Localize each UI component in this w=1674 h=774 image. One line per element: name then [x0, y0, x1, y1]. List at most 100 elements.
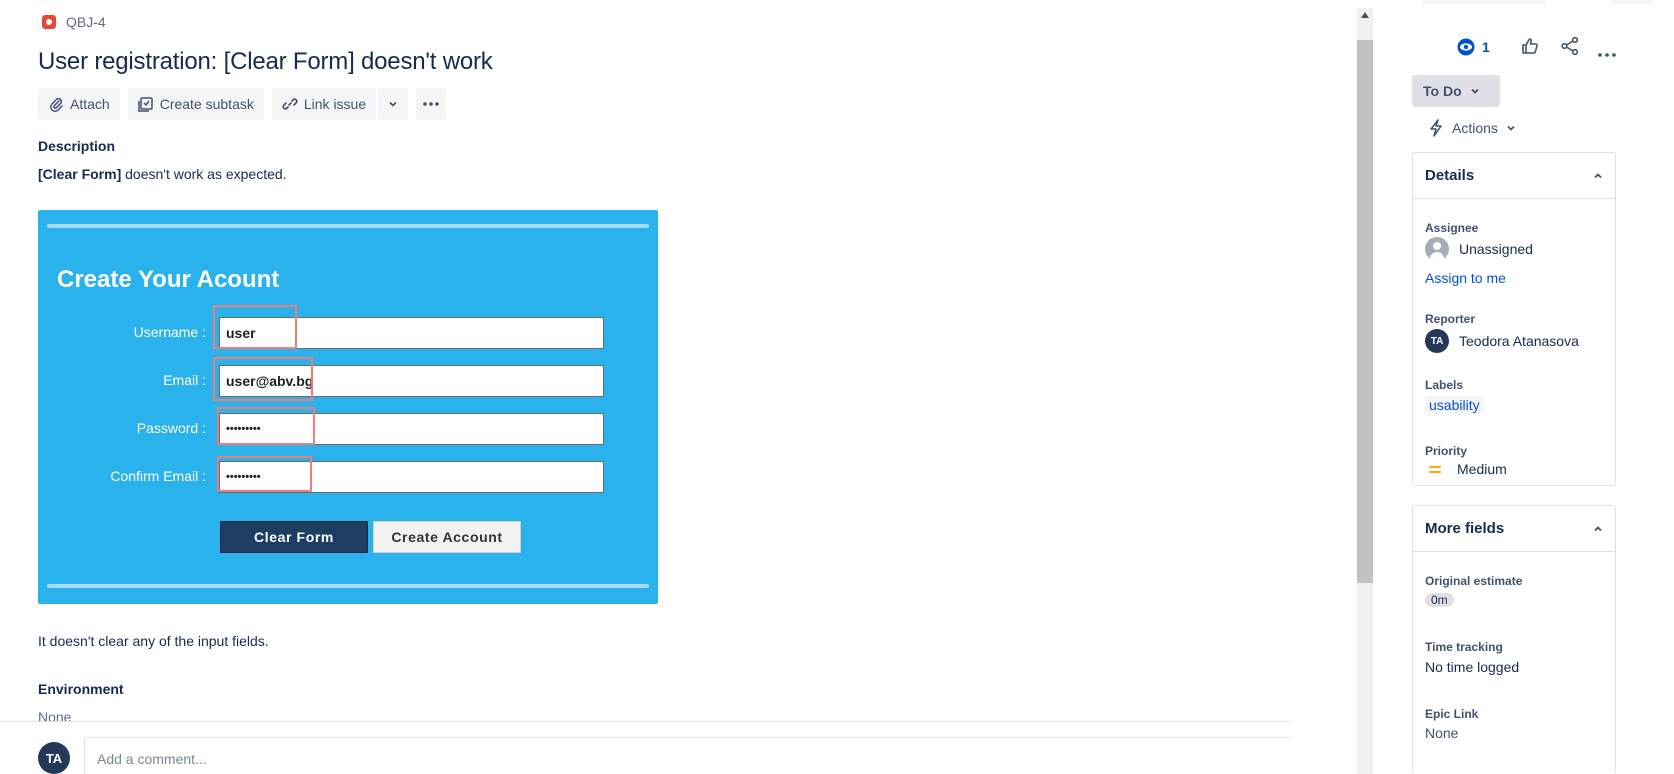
labels-field[interactable]: usability [1425, 396, 1484, 414]
description-label: Description [38, 138, 116, 154]
lightning-icon [1430, 119, 1442, 137]
label-chip[interactable]: usability [1425, 396, 1484, 414]
subtask-icon [137, 97, 153, 112]
description-followup[interactable]: It doesn't clear any of the input fields… [38, 633, 269, 649]
attached-screenshot[interactable]: Create Your Acount Username : user Email… [38, 210, 658, 604]
scrollbar-thumb[interactable] [1357, 40, 1373, 583]
assignee-value: Unassigned [1459, 241, 1533, 257]
chevron-up-icon [1594, 172, 1602, 178]
comment-bar: TA Add a comment... [0, 721, 1290, 774]
highlight-marker [213, 305, 297, 349]
description-text[interactable]: [Clear Form] doesn't work as expected. [38, 166, 287, 182]
create-subtask-label: Create subtask [159, 96, 254, 112]
time-tracking-label: Time tracking [1425, 640, 1503, 654]
reporter-value: Teodora Atanasova [1459, 333, 1579, 349]
more-actions-button[interactable] [416, 88, 447, 120]
assignee-field[interactable]: Unassigned [1425, 237, 1533, 261]
screenshot-confirm-label: Confirm Email : [110, 468, 206, 484]
screenshot-clear-form-button: Clear Form [220, 521, 368, 553]
like-button[interactable] [1520, 36, 1540, 61]
highlight-marker [217, 456, 312, 492]
highlight-marker [213, 357, 313, 401]
create-subtask-button[interactable]: Create subtask [127, 88, 264, 120]
more-fields-title: More fields [1425, 520, 1505, 537]
screenshot-username-label: Username : [133, 324, 206, 340]
current-user-avatar: TA [38, 742, 70, 774]
add-comment-input[interactable]: Add a comment... [84, 737, 1290, 774]
more-fields-header[interactable]: More fields [1413, 506, 1615, 552]
watch-button[interactable]: 1 [1456, 38, 1490, 56]
link-issue-button[interactable]: Link issue [271, 88, 377, 120]
thumbs-up-icon [1522, 38, 1538, 54]
link-issue-label: Link issue [303, 96, 367, 112]
issue-summary[interactable]: User registration: [Clear Form] doesn't … [38, 48, 493, 76]
link-issue-dropdown[interactable] [378, 88, 409, 120]
original-estimate-field[interactable]: 0m [1425, 593, 1454, 607]
assign-to-me-link[interactable]: Assign to me [1425, 270, 1506, 286]
details-panel-header[interactable]: Details [1413, 153, 1615, 199]
original-estimate-value: 0m [1425, 593, 1454, 607]
sidebar-more-button[interactable] [1598, 44, 1616, 62]
time-tracking-value[interactable]: No time logged [1425, 659, 1519, 675]
epic-link-value[interactable]: None [1425, 725, 1458, 741]
chevron-down-icon [1470, 88, 1479, 94]
details-panel: Details Assignee Unassigned Assign to me… [1412, 152, 1616, 486]
reporter-field[interactable]: TA Teodora Atanasova [1425, 329, 1579, 353]
screenshot-password-row: Password : ••••••••• [38, 407, 658, 445]
share-button[interactable] [1560, 36, 1580, 61]
assignee-label: Assignee [1425, 221, 1479, 235]
priority-medium-icon [1429, 464, 1443, 474]
actions-dropdown[interactable]: Actions [1428, 119, 1516, 137]
watcher-count: 1 [1482, 39, 1490, 55]
sidebar-top-strip [1422, 0, 1546, 4]
sidebar-top-strip [1612, 0, 1652, 4]
screenshot-password-label: Password : [136, 420, 206, 436]
link-icon [282, 98, 298, 110]
details-title: Details [1425, 167, 1475, 184]
more-fields-panel: More fields Original estimate 0m Time tr… [1412, 505, 1616, 774]
chevron-down-icon [1507, 125, 1515, 131]
status-dropdown[interactable]: To Do [1412, 75, 1500, 107]
unassigned-avatar-icon [1425, 237, 1449, 261]
main-scrollbar[interactable] [1357, 8, 1373, 774]
screenshot-bottom-rule [47, 584, 649, 588]
screenshot-username-row: Username : user [38, 305, 658, 349]
attach-label: Attach [70, 96, 110, 112]
link-issue-split: Link issue [271, 88, 409, 120]
paperclip-icon [50, 97, 63, 112]
chevron-up-icon [1594, 525, 1602, 531]
priority-field[interactable]: Medium [1425, 461, 1507, 477]
chevron-down-icon [389, 101, 397, 107]
more-horizontal-icon [423, 102, 439, 106]
actions-label: Actions [1452, 120, 1498, 136]
screenshot-email-row: Email : user@abv.bg [38, 357, 658, 401]
issue-sidebar: 1 To Do Actions Details Assignee Unassig… [1412, 0, 1674, 774]
description-rest: doesn't work as expected. [121, 166, 287, 182]
epic-link-label: Epic Link [1425, 707, 1479, 721]
labels-label: Labels [1425, 378, 1464, 392]
environment-label: Environment [38, 681, 124, 697]
reporter-avatar: TA [1425, 329, 1449, 353]
priority-value: Medium [1457, 461, 1507, 477]
reporter-label: Reporter [1425, 312, 1476, 326]
description-bold: [Clear Form] [38, 166, 122, 182]
share-icon [1561, 36, 1579, 56]
issue-key-text[interactable]: QBJ-4 [66, 14, 106, 30]
screenshot-top-rule [47, 224, 649, 228]
screenshot-form-title: Create Your Acount [57, 266, 280, 293]
screenshot-create-account-button: Create Account [373, 521, 521, 553]
attach-button[interactable]: Attach [38, 88, 120, 120]
bug-issue-type-icon [42, 15, 56, 29]
issue-main-panel: QBJ-4 User registration: [Clear Form] do… [0, 0, 1290, 774]
issue-key[interactable]: QBJ-4 [42, 14, 106, 30]
scroll-up-arrow[interactable] [1361, 12, 1369, 18]
screenshot-email-label: Email : [163, 372, 206, 388]
issue-toolbar: Attach Create subtask Link issue [38, 88, 447, 120]
highlight-marker [217, 407, 315, 445]
more-horizontal-icon [1598, 53, 1616, 57]
priority-label: Priority [1425, 444, 1468, 458]
eye-icon [1457, 38, 1475, 56]
original-estimate-label: Original estimate [1425, 574, 1523, 588]
status-label: To Do [1423, 83, 1462, 99]
screenshot-confirm-row: Confirm Email : ••••••••• [38, 456, 658, 493]
